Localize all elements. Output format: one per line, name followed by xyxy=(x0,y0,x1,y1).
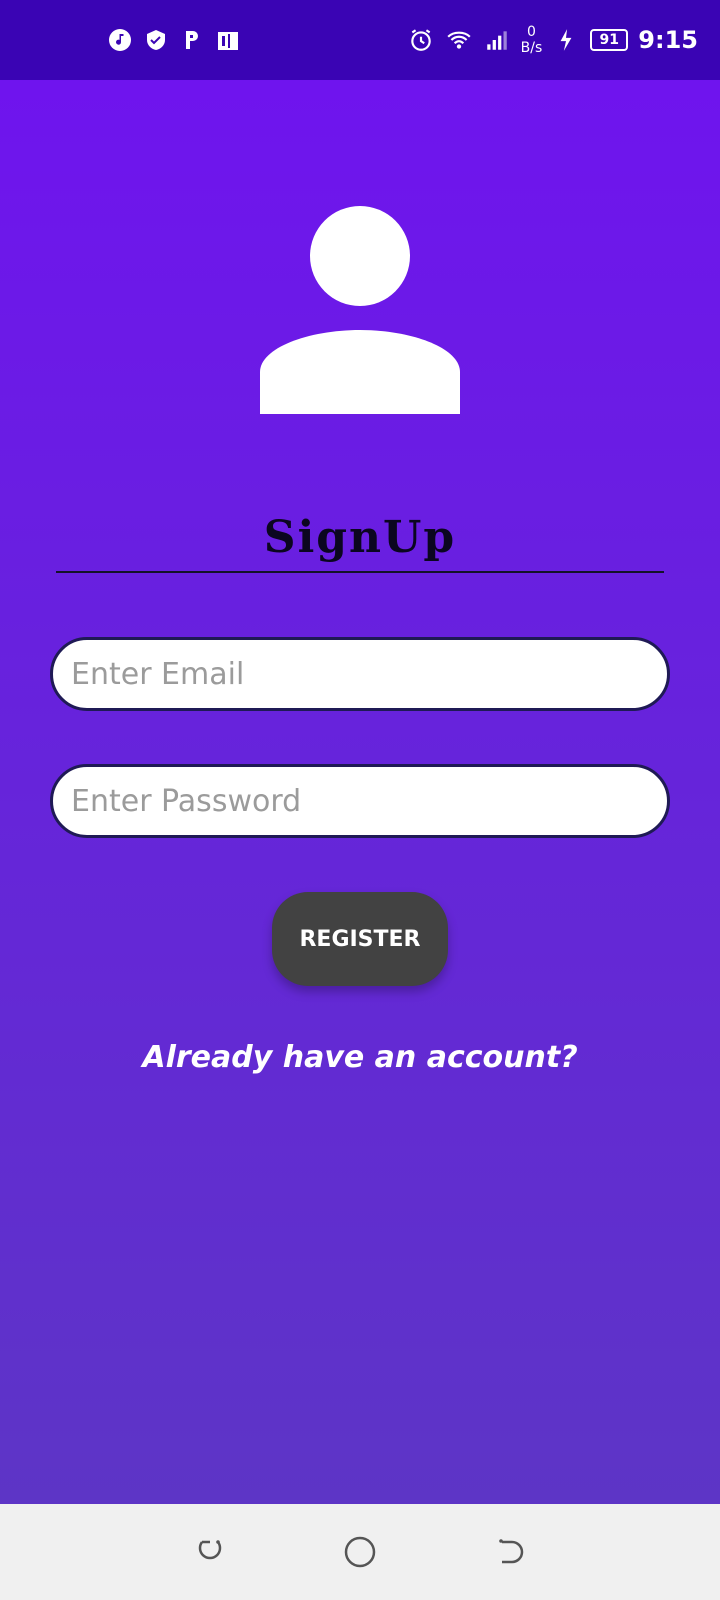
status-time: 9:15 xyxy=(638,26,698,54)
wifi-icon xyxy=(445,26,473,54)
password-input[interactable] xyxy=(53,782,667,820)
charging-icon xyxy=(552,26,580,54)
password-field[interactable] xyxy=(50,764,670,838)
email-field[interactable] xyxy=(50,637,670,711)
register-button[interactable]: REGISTER xyxy=(272,892,448,986)
book-icon xyxy=(214,26,242,54)
title-divider xyxy=(56,571,664,573)
battery-indicator: 91 xyxy=(590,29,629,51)
p-icon xyxy=(178,26,206,54)
recent-apps-icon[interactable] xyxy=(190,1532,230,1572)
user-avatar-icon xyxy=(260,206,460,414)
back-icon[interactable] xyxy=(490,1532,530,1572)
data-speed: 0 B/s xyxy=(521,24,543,56)
data-speed-value: 0 xyxy=(527,24,536,40)
email-input[interactable] xyxy=(53,655,667,693)
navigation-bar xyxy=(0,1504,720,1600)
shield-check-icon xyxy=(142,26,170,54)
music-icon xyxy=(106,26,134,54)
page-title: SignUp xyxy=(263,512,457,563)
status-bar: 0 B/s 91 9:15 xyxy=(0,0,720,80)
alarm-icon xyxy=(407,26,435,54)
login-link[interactable]: Already have an account? xyxy=(0,1040,720,1075)
home-icon[interactable] xyxy=(340,1532,380,1572)
battery-percent: 91 xyxy=(599,32,620,48)
status-left-icons xyxy=(106,26,242,54)
signal-icon xyxy=(483,26,511,54)
avatar xyxy=(258,200,462,414)
data-speed-unit: B/s xyxy=(520,40,543,56)
status-right: 0 B/s 91 9:15 xyxy=(407,24,698,56)
